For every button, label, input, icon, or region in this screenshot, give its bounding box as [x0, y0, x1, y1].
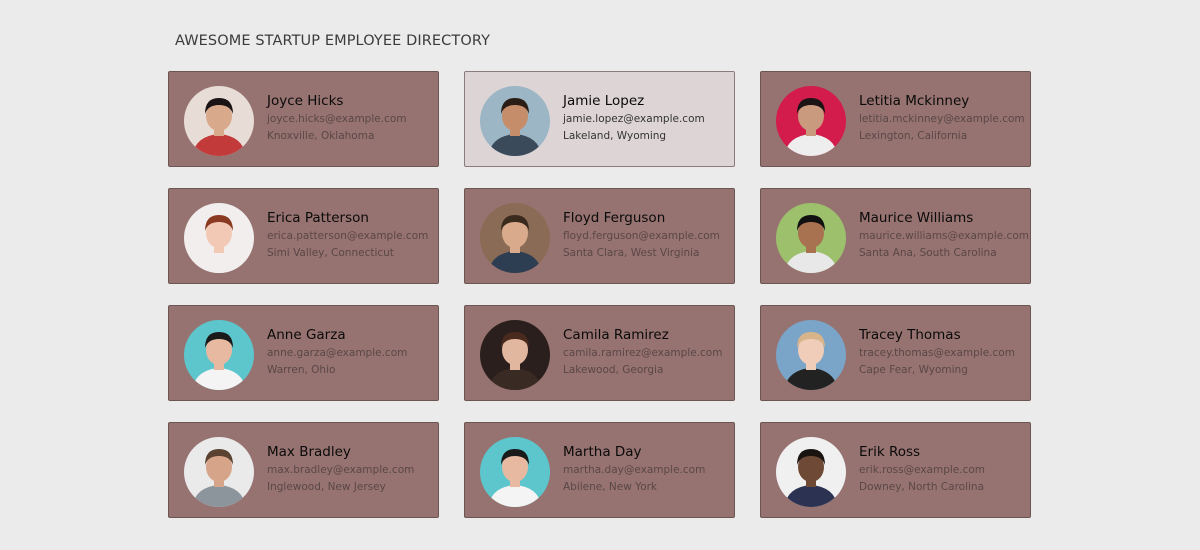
employee-email: tracey.thomas@example.com	[859, 347, 1015, 359]
employee-location: Knoxville, Oklahoma	[267, 130, 375, 142]
employee-info: Jamie Lopez jamie.lopez@example.com Lake…	[563, 92, 730, 144]
employee-card[interactable]: Tracey Thomas tracey.thomas@example.com …	[760, 305, 1031, 401]
avatar	[184, 320, 254, 390]
avatar	[776, 86, 846, 156]
employee-email: jamie.lopez@example.com	[563, 113, 705, 125]
employee-info: Joyce Hicks joyce.hicks@example.com Knox…	[267, 92, 434, 144]
employee-email: letitia.mckinney@example.com	[859, 113, 1025, 125]
employee-card[interactable]: Jamie Lopez jamie.lopez@example.com Lake…	[464, 71, 735, 167]
employee-info: Floyd Ferguson floyd.ferguson@example.co…	[563, 209, 730, 261]
employee-email: joyce.hicks@example.com	[267, 113, 407, 125]
employee-card[interactable]: Letitia Mckinney letitia.mckinney@exampl…	[760, 71, 1031, 167]
employee-info: Letitia Mckinney letitia.mckinney@exampl…	[859, 92, 1026, 144]
employee-grid: Joyce Hicks joyce.hicks@example.com Knox…	[168, 71, 1031, 518]
employee-location: Simi Valley, Connecticut	[267, 247, 394, 259]
employee-location: Downey, North Carolina	[859, 481, 985, 493]
employee-info: Erica Patterson erica.patterson@example.…	[267, 209, 434, 261]
employee-name: Camila Ramirez	[563, 327, 669, 343]
employee-location: Lexington, California	[859, 130, 968, 142]
avatar	[184, 86, 254, 156]
employee-info: Max Bradley max.bradley@example.com Ingl…	[267, 443, 434, 495]
employee-card[interactable]: Floyd Ferguson floyd.ferguson@example.co…	[464, 188, 735, 284]
employee-name: Letitia Mckinney	[859, 93, 970, 109]
employee-name: Erik Ross	[859, 444, 921, 460]
employee-location: Cape Fear, Wyoming	[859, 364, 968, 376]
employee-email: maurice.williams@example.com	[859, 230, 1029, 242]
employee-name: Erica Patterson	[267, 210, 369, 226]
avatar	[184, 437, 254, 507]
employee-card[interactable]: Maurice Williams maurice.williams@exampl…	[760, 188, 1031, 284]
employee-card[interactable]: Erik Ross erik.ross@example.com Downey, …	[760, 422, 1031, 518]
employee-name: Max Bradley	[267, 444, 351, 460]
employee-location: Lakewood, Georgia	[563, 364, 664, 376]
avatar	[776, 203, 846, 273]
avatar	[480, 203, 550, 273]
employee-name: Maurice Williams	[859, 210, 974, 226]
employee-info: Anne Garza anne.garza@example.com Warren…	[267, 326, 434, 378]
employee-location: Abilene, New York	[563, 481, 658, 493]
avatar	[184, 203, 254, 273]
employee-info: Maurice Williams maurice.williams@exampl…	[859, 209, 1029, 261]
employee-card[interactable]: Joyce Hicks joyce.hicks@example.com Knox…	[168, 71, 439, 167]
employee-email: max.bradley@example.com	[267, 464, 415, 476]
employee-name: Jamie Lopez	[563, 93, 645, 109]
page-title: AWESOME STARTUP EMPLOYEE DIRECTORY	[175, 33, 491, 49]
avatar	[480, 437, 550, 507]
employee-location: Warren, Ohio	[267, 364, 336, 376]
avatar	[776, 320, 846, 390]
employee-email: anne.garza@example.com	[267, 347, 408, 359]
employee-info: Tracey Thomas tracey.thomas@example.com …	[859, 326, 1026, 378]
employee-info: Camila Ramirez camila.ramirez@example.co…	[563, 326, 730, 378]
employee-name: Floyd Ferguson	[563, 210, 666, 226]
avatar	[480, 86, 550, 156]
avatar	[480, 320, 550, 390]
employee-name: Anne Garza	[267, 327, 346, 343]
employee-location: Lakeland, Wyoming	[563, 130, 667, 142]
avatar	[776, 437, 846, 507]
employee-email: floyd.ferguson@example.com	[563, 230, 720, 242]
employee-name: Joyce Hicks	[267, 93, 344, 109]
employee-card[interactable]: Max Bradley max.bradley@example.com Ingl…	[168, 422, 439, 518]
employee-card[interactable]: Anne Garza anne.garza@example.com Warren…	[168, 305, 439, 401]
employee-card[interactable]: Camila Ramirez camila.ramirez@example.co…	[464, 305, 735, 401]
employee-email: erica.patterson@example.com	[267, 230, 429, 242]
employee-card[interactable]: Martha Day martha.day@example.com Abilen…	[464, 422, 735, 518]
employee-info: Martha Day martha.day@example.com Abilen…	[563, 443, 730, 495]
employee-name: Tracey Thomas	[859, 327, 961, 343]
employee-email: martha.day@example.com	[563, 464, 706, 476]
employee-email: camila.ramirez@example.com	[563, 347, 723, 359]
employee-card[interactable]: Erica Patterson erica.patterson@example.…	[168, 188, 439, 284]
employee-location: Santa Ana, South Carolina	[859, 247, 997, 259]
employee-info: Erik Ross erik.ross@example.com Downey, …	[859, 443, 1026, 495]
employee-location: Santa Clara, West Virginia	[563, 247, 700, 259]
employee-location: Inglewood, New Jersey	[267, 481, 386, 493]
employee-name: Martha Day	[563, 444, 642, 460]
employee-email: erik.ross@example.com	[859, 464, 986, 476]
